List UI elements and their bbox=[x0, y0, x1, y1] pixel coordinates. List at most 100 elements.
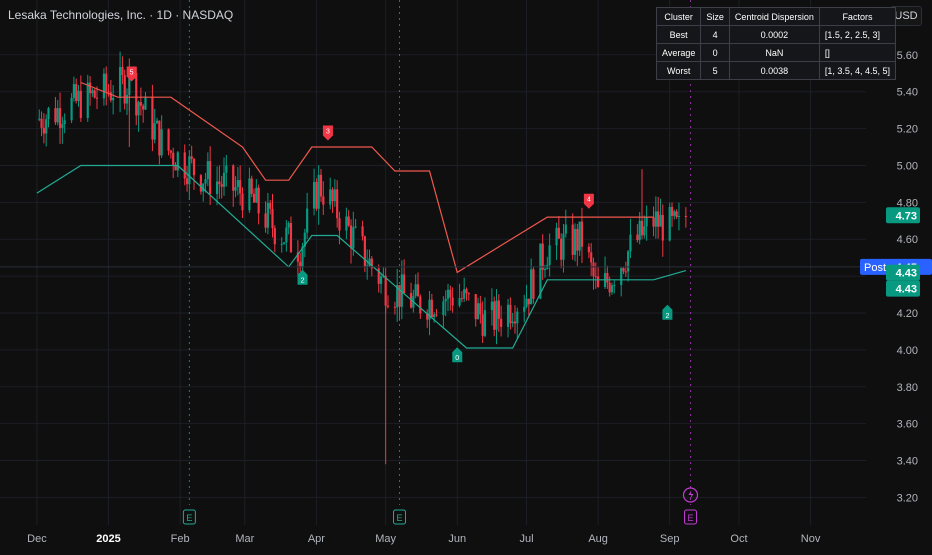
candle-body bbox=[63, 120, 66, 125]
candle-body bbox=[493, 301, 496, 330]
candle-body bbox=[38, 118, 41, 120]
candle-body bbox=[590, 252, 593, 263]
candle-body bbox=[329, 189, 332, 205]
candle-body bbox=[91, 90, 94, 94]
candle-body bbox=[608, 282, 611, 293]
candle-body bbox=[654, 211, 657, 227]
x-tick-label: Feb bbox=[171, 533, 190, 545]
candle-body bbox=[319, 174, 323, 197]
candle-body bbox=[629, 234, 632, 252]
cluster-table: Cluster Size Centroid Dispersion Factors… bbox=[655, 7, 896, 80]
y-tick-label: 3.20 bbox=[897, 492, 918, 504]
signal-value: 2 bbox=[301, 278, 305, 285]
table-header-cell: Cluster bbox=[655, 7, 702, 26]
candle-body bbox=[93, 90, 96, 98]
price-chart[interactable]: 5.605.405.205.004.804.604.404.204.003.80… bbox=[0, 0, 932, 550]
table-cell: [] bbox=[818, 43, 896, 62]
candle-body bbox=[248, 178, 251, 211]
candle-body bbox=[289, 222, 293, 253]
candle-body bbox=[460, 298, 463, 300]
candle-body bbox=[250, 178, 253, 194]
table-cell: 0.0038 bbox=[728, 61, 820, 80]
candle-body bbox=[61, 124, 64, 128]
candle-body bbox=[500, 318, 503, 327]
candle-body bbox=[176, 152, 179, 171]
candle-body bbox=[414, 284, 417, 296]
candle-body bbox=[560, 238, 563, 260]
chart-area[interactable]: 5.605.405.205.004.804.604.404.204.003.80… bbox=[0, 0, 932, 550]
candle-body bbox=[333, 189, 336, 202]
table-cell: Best bbox=[655, 25, 702, 44]
candle-body bbox=[419, 296, 422, 314]
table-row: Worst 5 0.0038 [1, 3.5, 4, 4.5, 5] bbox=[655, 61, 896, 80]
candle-body bbox=[105, 73, 108, 92]
candle-body bbox=[315, 181, 318, 209]
candle-body bbox=[209, 161, 212, 194]
candle-body bbox=[495, 300, 498, 330]
candle-body bbox=[523, 306, 526, 312]
x-tick-label: Mar bbox=[235, 533, 254, 545]
table-cell: Average bbox=[655, 43, 702, 62]
candle-body bbox=[72, 84, 75, 98]
price-value: 4.43 bbox=[896, 284, 917, 296]
candle-body bbox=[573, 229, 577, 255]
candle-body bbox=[79, 90, 82, 118]
candle-body bbox=[497, 300, 500, 319]
signal-value: 3 bbox=[326, 128, 330, 135]
candle-body bbox=[594, 276, 597, 278]
table-cell: Worst bbox=[655, 61, 702, 80]
candle-body bbox=[587, 246, 590, 253]
price-value: 4.73 bbox=[896, 210, 917, 222]
candle-body bbox=[86, 82, 89, 118]
candle-body bbox=[627, 251, 630, 272]
table-row: Best 4 0.0002 [1.5, 2, 2.5, 3] bbox=[655, 25, 896, 44]
y-tick-label: 3.40 bbox=[897, 456, 918, 468]
candle-body bbox=[266, 202, 269, 228]
candle-body bbox=[218, 181, 221, 185]
candle-body bbox=[465, 289, 468, 294]
candle-body bbox=[285, 227, 288, 243]
candle-body bbox=[481, 314, 484, 336]
candle-body bbox=[88, 82, 92, 94]
candle-body bbox=[636, 234, 639, 241]
x-tick-label: Aug bbox=[588, 533, 608, 545]
candle-body bbox=[645, 217, 648, 227]
candle-body bbox=[684, 216, 687, 218]
candle-body bbox=[668, 207, 671, 241]
candle-body bbox=[139, 102, 142, 106]
candle-body bbox=[167, 129, 170, 151]
candle-body bbox=[416, 284, 420, 297]
candle-body bbox=[516, 311, 519, 324]
candle-body bbox=[317, 174, 320, 209]
candle-body bbox=[670, 207, 674, 216]
candle-body bbox=[444, 298, 447, 302]
candle-body bbox=[206, 161, 209, 180]
candle-body bbox=[571, 224, 574, 255]
event-label: E bbox=[687, 513, 693, 523]
candle-body bbox=[95, 97, 99, 99]
table-row: Average 0 NaN [] bbox=[655, 43, 896, 62]
candle-body bbox=[352, 227, 355, 249]
candle-body bbox=[557, 227, 560, 239]
event-label: E bbox=[186, 513, 192, 523]
candle-body bbox=[638, 220, 641, 241]
candle-body bbox=[476, 303, 480, 320]
chart-background bbox=[0, 0, 932, 550]
candle-body bbox=[264, 213, 267, 228]
y-tick-label: 3.60 bbox=[897, 419, 918, 431]
candle-body bbox=[204, 179, 207, 184]
candle-body bbox=[506, 304, 510, 327]
candle-body bbox=[45, 119, 48, 134]
candle-body bbox=[75, 84, 78, 101]
candle-body bbox=[271, 208, 274, 229]
candle-body bbox=[345, 216, 348, 231]
candle-body bbox=[562, 233, 565, 260]
price-value: 4.43 bbox=[896, 268, 917, 280]
candle-body bbox=[624, 271, 627, 273]
candle-body bbox=[121, 66, 124, 76]
y-tick-label: 5.40 bbox=[897, 87, 918, 99]
candle-body bbox=[363, 236, 366, 267]
candle-body bbox=[123, 75, 126, 104]
candle-body bbox=[657, 211, 660, 227]
candle-body bbox=[135, 72, 138, 116]
